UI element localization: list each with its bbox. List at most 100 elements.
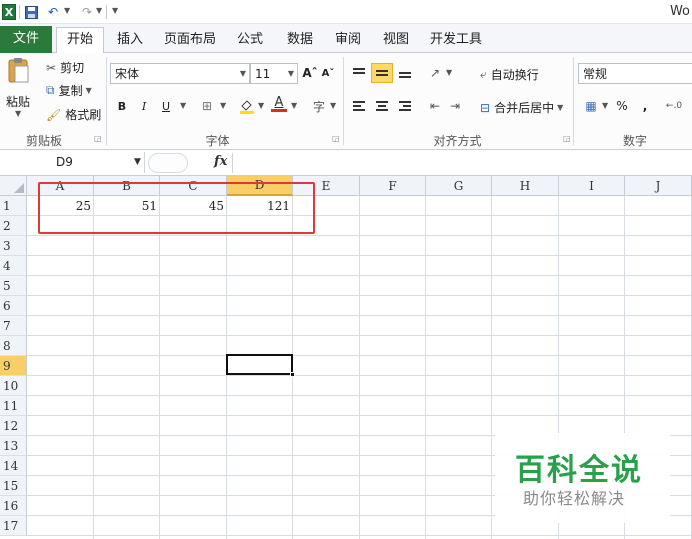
tab-home[interactable]: 开始 xyxy=(56,27,104,53)
chevron-down-icon[interactable]: ▼ xyxy=(96,6,102,15)
decrease-indent-icon[interactable]: ⇤ xyxy=(426,96,444,116)
highlight-annotation-box xyxy=(38,182,315,234)
customize-toolbar-icon[interactable]: ▼ xyxy=(112,6,118,15)
chevron-down-icon[interactable]: ▼ xyxy=(291,101,297,110)
wrap-text-button[interactable]: ⤶ 自动换行 xyxy=(480,66,539,83)
currency-icon[interactable]: ▦ xyxy=(582,96,600,116)
tab-page-layout[interactable]: 页面布局 xyxy=(160,28,220,53)
align-left-icon[interactable] xyxy=(350,96,368,116)
increase-decimal-icon[interactable]: ←.0 xyxy=(664,96,684,116)
gridline-horizontal xyxy=(27,335,692,336)
excel-logo-icon[interactable]: X xyxy=(2,4,16,20)
chevron-down-icon[interactable]: ▼ xyxy=(180,101,186,110)
phonetic-guide-icon[interactable]: 字 xyxy=(310,96,328,116)
group-label-alignment: 对齐方式 xyxy=(433,134,482,148)
row-header-16[interactable]: 16 xyxy=(0,496,27,516)
percent-button[interactable]: % xyxy=(614,96,630,116)
border-icon[interactable]: ⊞ xyxy=(198,96,216,116)
ribbon: 粘贴 ▼ ✂ 剪切 ⧉ 复制 ▼ 🖌 格式刷 剪贴板 ◲ 宋体 ▼ 11 ▼ A… xyxy=(0,53,692,150)
group-label-font: 字体 xyxy=(205,134,230,148)
comma-button[interactable]: , xyxy=(638,96,652,116)
chevron-down-icon[interactable]: ▼ xyxy=(258,101,264,110)
undo-icon[interactable]: ↶ xyxy=(46,3,60,21)
insert-function-icon[interactable]: fx xyxy=(214,154,227,169)
select-all-corner[interactable] xyxy=(0,176,27,196)
shrink-font-button[interactable]: Aˇ xyxy=(320,63,336,83)
bold-button[interactable]: B xyxy=(114,96,130,116)
column-header-g[interactable]: G xyxy=(426,176,492,196)
copy-label: 复制 xyxy=(58,84,83,98)
column-header-h[interactable]: H xyxy=(492,176,559,196)
font-color-icon[interactable]: A xyxy=(270,94,288,114)
row-header-8[interactable]: 8 xyxy=(0,336,27,356)
dialog-launcher-icon[interactable]: ◲ xyxy=(563,134,571,143)
row-header-10[interactable]: 10 xyxy=(0,376,27,396)
row-header-14[interactable]: 14 xyxy=(0,456,27,476)
tab-file[interactable]: 文件 xyxy=(0,26,52,53)
tab-developer[interactable]: 开发工具 xyxy=(426,28,486,53)
redo-icon[interactable]: ↷ xyxy=(80,3,94,21)
chevron-down-icon[interactable]: ▼ xyxy=(330,101,336,110)
row-header-2[interactable]: 2 xyxy=(0,216,27,236)
font-name-select[interactable]: 宋体 ▼ xyxy=(110,63,250,84)
row-header-6[interactable]: 6 xyxy=(0,296,27,316)
dialog-launcher-icon[interactable]: ◲ xyxy=(94,134,102,143)
paste-icon[interactable] xyxy=(8,57,30,85)
row-header-17[interactable]: 17 xyxy=(0,516,27,536)
row-header-5[interactable]: 5 xyxy=(0,276,27,296)
row-header-1[interactable]: 1 xyxy=(0,196,27,216)
tab-review[interactable]: 审阅 xyxy=(330,28,366,53)
column-header-j[interactable]: J xyxy=(625,176,692,196)
increase-indent-icon[interactable]: ⇥ xyxy=(446,96,464,116)
italic-button[interactable]: I xyxy=(136,96,152,116)
cut-button[interactable]: ✂ 剪切 xyxy=(46,59,84,76)
tab-formulas[interactable]: 公式 xyxy=(232,28,268,53)
name-box[interactable]: D9 xyxy=(0,152,145,173)
grow-font-button[interactable]: Aˆ xyxy=(302,63,318,83)
fill-color-icon[interactable] xyxy=(238,96,256,116)
column-header-f[interactable]: F xyxy=(360,176,426,196)
active-cell-d9[interactable] xyxy=(226,354,293,375)
wrap-text-label: 自动换行 xyxy=(490,68,539,82)
align-right-icon[interactable] xyxy=(396,96,414,116)
chevron-down-icon[interactable]: ▼ xyxy=(15,109,21,118)
row-header-12[interactable]: 12 xyxy=(0,416,27,436)
row-header-4[interactable]: 4 xyxy=(0,256,27,276)
fill-handle[interactable] xyxy=(290,372,295,377)
gridline-vertical xyxy=(359,196,360,539)
tab-data[interactable]: 数据 xyxy=(282,28,318,53)
dialog-launcher-icon[interactable]: ◲ xyxy=(332,134,340,143)
row-header-3[interactable]: 3 xyxy=(0,236,27,256)
chevron-down-icon[interactable]: ▼ xyxy=(134,157,141,167)
chevron-down-icon[interactable]: ▼ xyxy=(446,68,452,77)
gridline-vertical xyxy=(159,196,160,539)
number-format-select[interactable]: 常规 xyxy=(578,63,692,84)
align-top-icon[interactable] xyxy=(350,63,368,83)
chevron-down-icon[interactable]: ▼ xyxy=(602,101,608,110)
paste-button[interactable]: 粘贴 xyxy=(6,93,30,110)
watermark: 百科全说 助你轻松解决 xyxy=(495,433,670,523)
row-header-11[interactable]: 11 xyxy=(0,396,27,416)
window-title: Wo xyxy=(669,4,690,19)
row-header-7[interactable]: 7 xyxy=(0,316,27,336)
align-bottom-icon[interactable] xyxy=(396,63,414,83)
row-header-15[interactable]: 15 xyxy=(0,476,27,496)
tab-insert[interactable]: 插入 xyxy=(112,28,148,53)
underline-button[interactable]: U xyxy=(158,96,174,116)
tab-view[interactable]: 视图 xyxy=(378,28,414,53)
orientation-icon[interactable]: ↗ xyxy=(426,63,444,83)
align-center-icon[interactable] xyxy=(373,96,391,116)
formula-input[interactable] xyxy=(232,153,692,173)
row-header-13[interactable]: 13 xyxy=(0,436,27,456)
align-middle-icon[interactable] xyxy=(371,63,393,83)
font-name-value: 宋体 xyxy=(115,67,140,81)
copy-button[interactable]: ⧉ 复制 ▼ xyxy=(46,82,92,99)
save-icon[interactable] xyxy=(24,3,38,21)
chevron-down-icon[interactable]: ▼ xyxy=(64,6,70,15)
row-header-9[interactable]: 9 xyxy=(0,356,27,376)
format-painter-button[interactable]: 🖌 格式刷 xyxy=(46,106,101,123)
column-header-i[interactable]: I xyxy=(559,176,625,196)
font-size-select[interactable]: 11 ▼ xyxy=(250,63,298,84)
merge-center-button[interactable]: ⊟ 合并后居中 ▼ xyxy=(480,99,563,116)
chevron-down-icon[interactable]: ▼ xyxy=(220,101,226,110)
